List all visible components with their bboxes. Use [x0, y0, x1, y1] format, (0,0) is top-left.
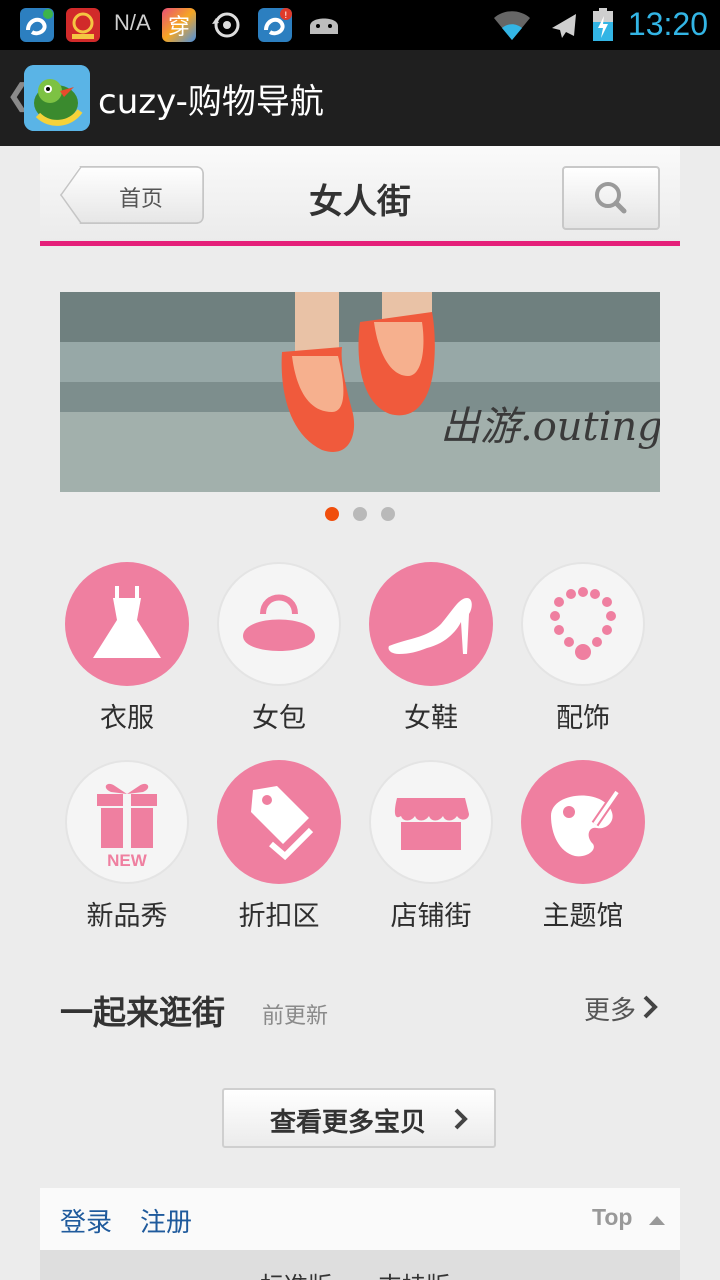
bird-logo-icon[interactable] — [24, 65, 90, 131]
category-accessories[interactable]: 配饰 — [508, 562, 658, 742]
search-icon — [595, 182, 627, 214]
chevron-right-icon — [454, 1108, 468, 1130]
chevron-right-icon[interactable] — [640, 992, 662, 1022]
dress-icon — [65, 562, 189, 686]
network-status: N/A — [114, 10, 151, 35]
chuan-app-icon: 穿 — [162, 8, 196, 42]
category-discounts[interactable]: 折扣区 — [204, 760, 354, 940]
view-more-label: 查看更多宝贝 — [270, 1108, 427, 1138]
section-title: 一起来逛街 — [60, 993, 225, 1032]
pager-dot[interactable] — [353, 507, 367, 521]
handbag-icon — [217, 562, 341, 686]
android-icon — [306, 8, 340, 42]
banner-pager[interactable] — [0, 507, 720, 521]
arrow-up-icon[interactable] — [648, 1214, 666, 1226]
category-label: 配饰 — [556, 703, 610, 734]
price-tag-icon — [217, 760, 341, 884]
login-link[interactable]: 登录 — [60, 1202, 112, 1239]
app-title: cuzy-购物导航 — [98, 82, 324, 122]
category-new-arrivals[interactable]: NEW 新品秀 — [52, 760, 202, 940]
search-button[interactable] — [562, 166, 660, 230]
svg-text:穿: 穿 — [168, 15, 190, 40]
category-label: 新品秀 — [86, 901, 168, 932]
phoenix-news-icon — [66, 8, 100, 42]
category-label: 折扣区 — [238, 901, 320, 932]
register-link[interactable]: 注册 — [140, 1202, 192, 1239]
banner-image: 出游.outing — [60, 292, 660, 492]
section-subtitle: 前更新 — [262, 1004, 329, 1029]
footer: 登录 注册 Top — [40, 1188, 680, 1250]
battery-charging-icon — [593, 8, 613, 41]
category-label: 衣服 — [100, 703, 154, 734]
action-bar: ❮ cuzy-购物导航 — [0, 50, 720, 146]
view-more-button[interactable]: 查看更多宝贝 — [222, 1088, 496, 1148]
gift-new-icon: NEW — [65, 760, 189, 884]
category-clothing[interactable]: 衣服 — [52, 562, 202, 742]
storefront-icon — [369, 760, 493, 884]
category-label: 主题馆 — [542, 901, 624, 932]
weibo-icon — [20, 8, 54, 42]
palette-icon — [521, 760, 645, 884]
weibo-alert-icon: ! — [258, 8, 292, 42]
more-link[interactable]: 更多 — [584, 990, 636, 1027]
version-links: 标准版 支持版 — [40, 1250, 680, 1280]
back-to-top-link[interactable]: Top — [592, 1204, 632, 1231]
category-label: 店铺街 — [390, 901, 472, 932]
pager-dot-active[interactable] — [325, 507, 339, 521]
new-badge: NEW — [107, 851, 148, 870]
version-link-standard[interactable]: 标准版 — [260, 1266, 332, 1280]
page-header: 首页 女人街 — [40, 146, 680, 246]
category-bags[interactable]: 女包 — [204, 562, 354, 742]
airplane-icon — [552, 14, 576, 38]
svg-text:!: ! — [284, 11, 288, 21]
category-shoes[interactable]: 女鞋 — [356, 562, 506, 742]
version-link-touch[interactable]: 支持版 — [378, 1266, 450, 1280]
high-heel-icon — [369, 562, 493, 686]
status-bar: N/A 穿 ! 13:20 — [0, 0, 720, 50]
category-label: 女鞋 — [404, 703, 458, 734]
wifi-icon — [494, 11, 530, 40]
clock: 13:20 — [627, 6, 708, 42]
necklace-icon — [521, 562, 645, 686]
category-theme-hall[interactable]: 主题馆 — [508, 760, 658, 940]
promo-banner[interactable]: 出游.outing — [60, 292, 660, 492]
pager-dot[interactable] — [381, 507, 395, 521]
category-label: 女包 — [252, 703, 306, 734]
sync-icon — [210, 8, 244, 42]
banner-caption: 出游.outing — [440, 404, 660, 450]
category-shop-street[interactable]: 店铺街 — [356, 760, 506, 940]
